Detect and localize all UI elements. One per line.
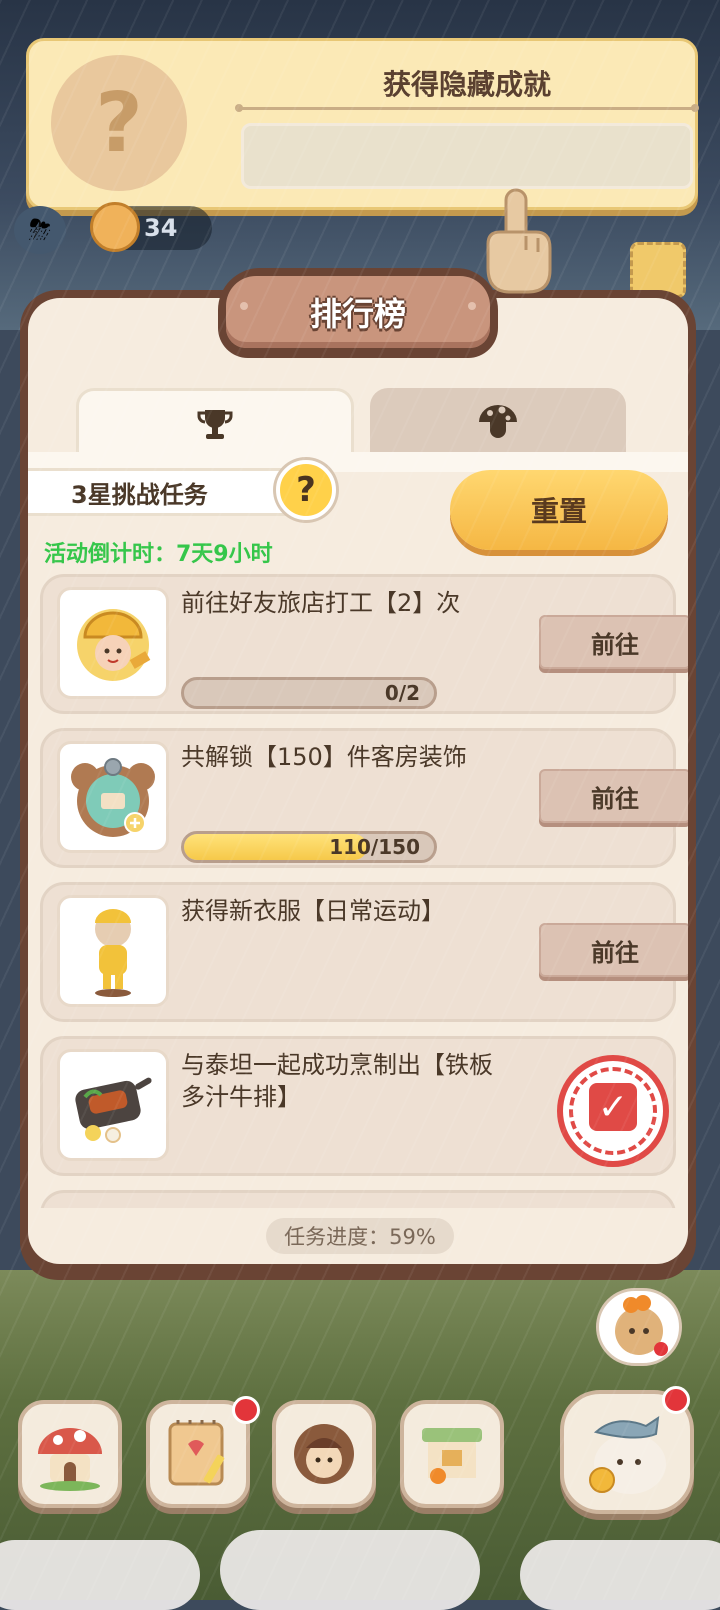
task-card: 共解锁【150】件客房装饰 前往 110/150 (40, 728, 688, 868)
task-card: 前往好友旅店打工【2】次 前往 0/2 (40, 574, 688, 714)
help-button[interactable]: ? (276, 460, 336, 520)
mushroom-house-icon (38, 1428, 102, 1491)
cat-face-icon (90, 202, 140, 252)
cat-count-value: 34 (144, 214, 178, 242)
event-countdown: 活动倒计时：7天9小时 (44, 542, 273, 567)
nav-shop-button[interactable] (400, 1400, 504, 1508)
plate-rivet (240, 302, 248, 310)
fish-character-icon (589, 1415, 666, 1494)
notification-badge (662, 1386, 690, 1414)
notebook-icon (168, 1420, 225, 1486)
panel-title-plate: 排行榜 (218, 268, 498, 358)
npc-face-icon (615, 1295, 668, 1356)
trophy-icon (197, 410, 233, 439)
overall-task-progress: 任务进度：59% (266, 1218, 454, 1254)
go-button[interactable]: 前往 (539, 615, 688, 669)
mushroom-icon (479, 405, 517, 438)
toast-divider (235, 104, 699, 112)
task-card: 与泰坦一起成功烹制出【铁板多汁牛排】 ✓ (40, 1036, 676, 1176)
decoration-badge-icon (57, 741, 169, 853)
task-description: 前往好友旅店打工【2】次 (181, 589, 461, 617)
nav-character-button[interactable] (272, 1400, 376, 1508)
shop-stall-icon (422, 1428, 482, 1484)
character-avatar-icon (294, 1424, 354, 1484)
hardhat-worker-icon (57, 587, 169, 699)
progress-text: 0/2 (384, 681, 420, 705)
question-mark-icon: ? (95, 75, 143, 171)
panel-title: 排行榜 (309, 295, 406, 333)
reset-button[interactable]: 重置 (450, 470, 668, 550)
steak-plate-icon (57, 1049, 169, 1161)
panel-title-inner: 排行榜 (226, 276, 490, 348)
checkmark-icon: ✓ (589, 1083, 637, 1131)
achievement-toast[interactable]: ? 获得隐藏成就 (26, 38, 699, 210)
task-card (40, 1190, 676, 1208)
progress-text: 110/150 (329, 835, 420, 859)
tab-mushroom[interactable] (370, 388, 626, 452)
nav-house-button[interactable] (18, 1400, 122, 1508)
tab-trophy[interactable] (76, 388, 354, 457)
leaderboard-panel: 3星挑战任务 ? 活动倒计时：7天9小时 重置 前往好友旅店打工【2】次 前往 … (20, 290, 696, 1280)
completed-stamp-icon: ✓ (557, 1055, 669, 1167)
task-description: 与泰坦一起成功烹制出【铁板多汁牛排】 (181, 1051, 493, 1111)
task-description: 获得新衣服【日常运动】 (181, 897, 445, 925)
task-description: 共解锁【150】件客房装饰 (181, 743, 467, 771)
outfit-figure-icon (57, 895, 169, 1007)
task-progress-bar: 110/150 (181, 831, 437, 863)
task-list[interactable]: 前往好友旅店打工【2】次 前往 0/2 共解锁【150】件客房装饰 前往 110… (28, 568, 688, 1208)
go-button[interactable]: 前往 (539, 923, 688, 977)
toast-title: 获得隐藏成就 (382, 68, 551, 101)
notification-badge (232, 1396, 260, 1424)
cat-count-badge: 34 (90, 202, 212, 252)
pointing-hand-icon (486, 188, 552, 294)
toast-description-box (241, 123, 693, 189)
plate-rivet (468, 302, 476, 310)
task-progress-bar: 0/2 (181, 677, 437, 709)
storm-cloud-icon[interactable]: ⛈ (14, 206, 66, 254)
hidden-achievement-badge: ? (51, 55, 187, 191)
panel-body: 3星挑战任务 ? 活动倒计时：7天9小时 重置 前往好友旅店打工【2】次 前往 … (28, 298, 688, 1264)
go-button[interactable]: 前往 (539, 769, 688, 823)
task-card: 获得新衣服【日常运动】 前往 (40, 882, 688, 1022)
cloud-decoration (220, 1530, 480, 1610)
npc-speech-bubble[interactable] (596, 1288, 682, 1366)
